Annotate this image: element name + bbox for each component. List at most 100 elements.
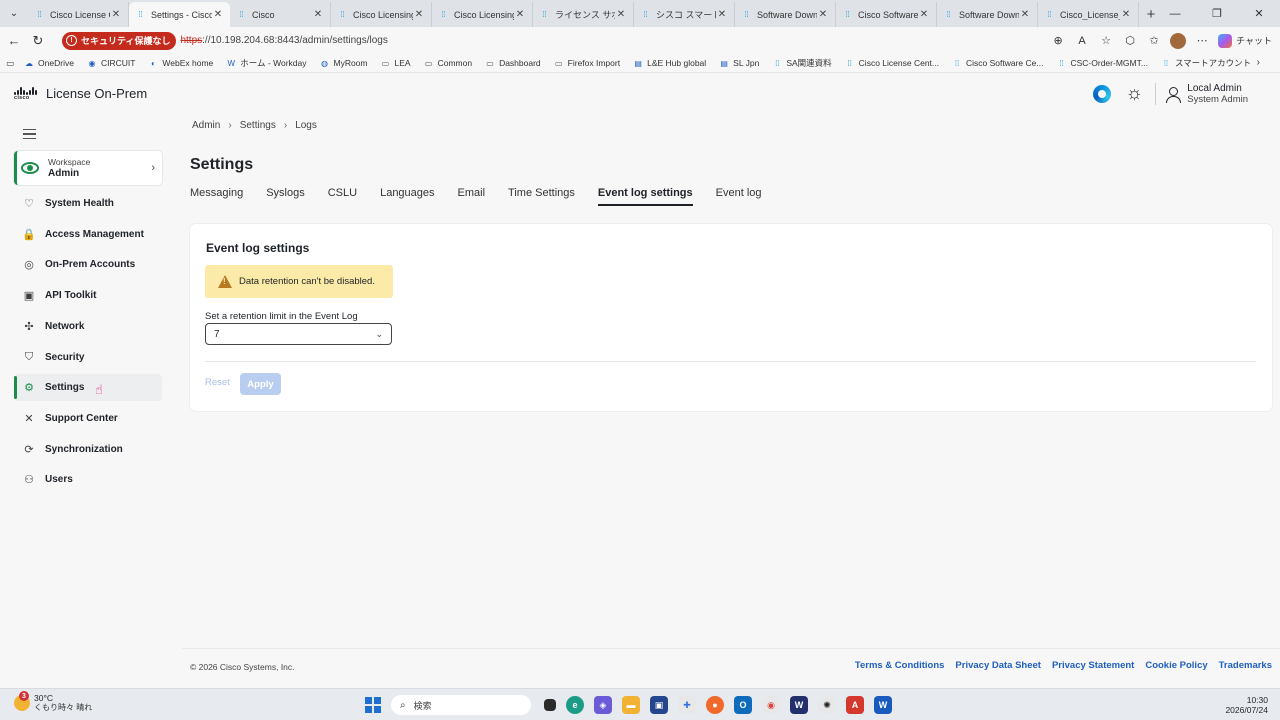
browser-tab[interactable]: ⁞⁞ Software Downlo✕ <box>735 2 836 27</box>
weather-widget[interactable]: 3 30°C くもり時々 晴れ <box>14 691 92 713</box>
sidebar-item-security[interactable]: ⛉ Security <box>14 344 162 371</box>
close-icon[interactable]: ✕ <box>110 9 122 20</box>
browser-tab[interactable]: ⁞⁞ Cisco_License_On✕ <box>1038 2 1139 27</box>
browser-tab[interactable]: ⁞⁞ Cisco Licensing H✕ <box>331 2 432 27</box>
tab-event-log-settings[interactable]: Event log settings <box>597 187 693 206</box>
close-window-button[interactable]: ✕ <box>1238 0 1280 27</box>
bookmark-item[interactable]: ◉ CIRCUIT <box>87 58 135 68</box>
tab-messaging[interactable]: Messaging <box>190 187 243 206</box>
brand[interactable]: cisco License On-Prem <box>14 86 147 101</box>
sidebar-item-network[interactable]: ✣ Network <box>14 313 162 340</box>
bookmark-item[interactable]: ▤ SL Jpn <box>719 58 759 68</box>
browser-tab[interactable]: ⁞⁞ シスコ スマート アカ✕ <box>634 2 735 27</box>
acrobat-icon[interactable]: A <box>846 696 864 714</box>
reload-button[interactable]: ↻ <box>26 29 50 53</box>
browser-tab[interactable]: ⁞⁞ Cisco License Cent✕ <box>28 2 129 27</box>
edge-icon[interactable]: e <box>566 696 584 714</box>
tab-syslogs[interactable]: Syslogs <box>266 187 305 206</box>
bookmark-item[interactable]: ☁ OneDrive <box>24 58 74 68</box>
bookmark-item[interactable]: ▭ LEA <box>381 58 411 68</box>
more-options-icon[interactable]: ⋯ <box>1190 29 1214 53</box>
store-icon[interactable]: ▣ <box>650 696 668 714</box>
browser-tab[interactable]: ⁞⁞ Cisco ✕ <box>230 2 331 27</box>
user-menu[interactable]: Local Admin System Admin <box>1187 83 1248 105</box>
sidebar-item-access-management[interactable]: 🔒 Access Management <box>14 221 162 248</box>
close-icon[interactable]: ✕ <box>514 9 526 20</box>
file-explorer-icon[interactable]: ▬ <box>622 696 640 714</box>
slack-icon[interactable]: ✚ <box>678 696 696 714</box>
bookmark-item[interactable]: ◍ MyRoom <box>319 58 368 68</box>
menu-toggle-icon[interactable] <box>23 129 36 139</box>
word-icon[interactable]: W <box>874 696 892 714</box>
translate-icon[interactable]: ⊕ <box>1046 29 1070 53</box>
browser-tab[interactable]: ⁞⁞ Settings - Cisco Li✕ <box>129 2 230 27</box>
sidebar-item-support-center[interactable]: ✕ Support Center <box>14 405 162 432</box>
bookmark-item[interactable]: W ホーム - Workday <box>226 57 307 69</box>
sidebar-item-on-prem-accounts[interactable]: ◎ On-Prem Accounts <box>14 251 162 278</box>
collections-icon[interactable]: ▭ <box>6 58 14 69</box>
browser-tab[interactable]: ⁞⁞ Cisco Licensing S✕ <box>432 2 533 27</box>
favorites-list-icon[interactable]: ✩ <box>1142 29 1166 53</box>
chatgpt-icon[interactable]: ✺ <box>818 696 836 714</box>
bookmark-item[interactable]: ⁞⁞ CSC-Order-MGMT... <box>1056 58 1148 68</box>
sidebar-item-synchronization[interactable]: ⟳ Synchronization <box>14 436 162 463</box>
extensions-icon[interactable]: ⬡ <box>1118 29 1142 53</box>
sidebar-item-users[interactable]: ⚇ Users <box>14 466 162 493</box>
tab-event-log[interactable]: Event log <box>716 187 762 206</box>
webex-icon[interactable] <box>1093 85 1112 103</box>
firefox-icon[interactable]: ● <box>706 696 724 714</box>
sidebar-item-system-health[interactable]: ♡ System Health <box>14 190 162 217</box>
sidebar-item-settings[interactable]: ⚙ Settings <box>14 374 162 402</box>
privacy-data-sheet-link[interactable]: Privacy Data Sheet <box>955 660 1041 671</box>
theme-toggle-sun-icon[interactable]: ☼ <box>1123 83 1145 105</box>
bookmark-item[interactable]: ⁞⁞ SA関連資料 <box>772 57 832 69</box>
copilot-app-icon[interactable]: ◈ <box>594 696 612 714</box>
privacy-statement-link[interactable]: Privacy Statement <box>1052 660 1134 671</box>
close-icon[interactable]: ✕ <box>615 9 627 20</box>
browser-tab[interactable]: ⁞⁞ ライセンス サポート✕ <box>533 2 634 27</box>
browser-tab[interactable]: ⁞⁞ Cisco Software Ce✕ <box>836 2 937 27</box>
user-icon[interactable] <box>1166 86 1182 103</box>
close-icon[interactable]: ✕ <box>716 9 728 20</box>
retention-limit-select[interactable]: 7 ⌄ <box>205 323 392 345</box>
bookmark-item[interactable]: ⁞⁞ Cisco Software Ce... <box>952 58 1044 68</box>
read-aloud-icon[interactable]: A <box>1070 29 1094 53</box>
copilot-chat-button[interactable]: チャット <box>1214 33 1280 48</box>
clock[interactable]: 10:30 2026/07/24 <box>1225 695 1268 715</box>
close-icon[interactable]: ✕ <box>1120 9 1132 20</box>
workspace-selector[interactable]: Workspace Admin › <box>14 151 162 185</box>
breadcrumb-settings[interactable]: Settings <box>240 120 276 131</box>
close-icon[interactable]: ✕ <box>1019 9 1031 20</box>
bookmark-item[interactable]: ⁞⁞ スマートアカウント <box>1161 57 1251 69</box>
bookmark-item[interactable]: ▤ L&E Hub global <box>633 58 706 68</box>
taskbar-search[interactable]: ⌕ 検索 <box>391 695 531 715</box>
close-icon[interactable]: ✕ <box>918 9 930 20</box>
profile-avatar[interactable] <box>1170 32 1187 49</box>
bookmark-item[interactable]: ◐ WebEx home <box>148 58 213 68</box>
close-icon[interactable]: ✕ <box>212 9 224 20</box>
bookmark-item[interactable]: ▭ Dashboard <box>485 58 540 68</box>
cookie-policy-link[interactable]: Cookie Policy <box>1145 660 1207 671</box>
bookmark-item[interactable]: ⁞⁞ Cisco License Cent... <box>845 58 939 68</box>
outlook-icon[interactable]: O <box>734 696 752 714</box>
close-icon[interactable]: ✕ <box>312 9 324 20</box>
bookmark-item[interactable]: ▭ Common <box>424 58 472 68</box>
task-view-icon[interactable] <box>544 699 556 711</box>
favorite-star-icon[interactable]: ☆ <box>1094 29 1118 53</box>
webex-app-icon[interactable]: W <box>790 696 808 714</box>
tab-email[interactable]: Email <box>458 187 486 206</box>
tab-languages[interactable]: Languages <box>380 187 434 206</box>
bookmark-item[interactable]: ▭ Firefox Import <box>554 58 620 68</box>
chrome-icon[interactable]: ◉ <box>762 696 780 714</box>
chevron-right-icon[interactable]: › <box>1257 57 1260 68</box>
close-icon[interactable]: ✕ <box>817 9 829 20</box>
start-button[interactable] <box>365 697 381 713</box>
reset-button[interactable]: Reset <box>205 377 230 388</box>
url-field[interactable]: https://10.198.204.68:8443/admin/setting… <box>180 35 387 46</box>
breadcrumb-admin[interactable]: Admin <box>192 120 220 131</box>
terms-link[interactable]: Terms & Conditions <box>855 660 945 671</box>
tab-list-menu-button[interactable]: ⌄ <box>0 0 28 27</box>
tab-cslu[interactable]: CSLU <box>328 187 357 206</box>
security-badge[interactable]: ! セキュリティ保護なし <box>62 31 177 50</box>
browser-tab[interactable]: ⁞⁞ Software Downlo✕ <box>937 2 1038 27</box>
